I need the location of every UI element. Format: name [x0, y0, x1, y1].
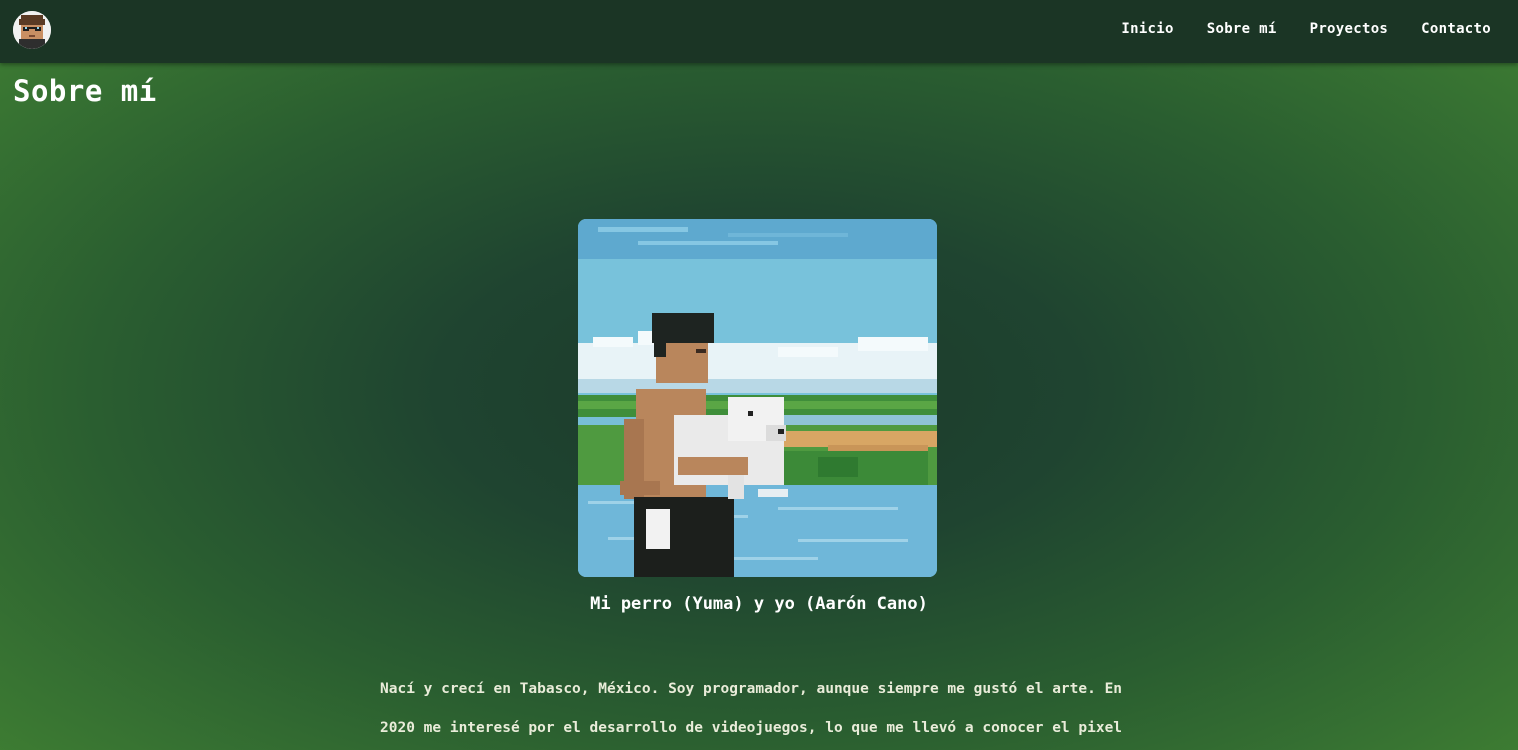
bio-line: Nací y crecí en Tabasco, México. Soy pro… [380, 681, 1123, 697]
nav-link-inicio[interactable]: Inicio [1121, 21, 1173, 37]
navbar: Inicio Sobre mí Proyectos Contacto [0, 0, 1518, 63]
nav-links: Inicio Sobre mí Proyectos Contacto [1121, 21, 1491, 37]
bio-paragraph: Nací y crecí en Tabasco, México. Soy pro… [380, 670, 1140, 750]
pixel-avatar-icon[interactable] [13, 11, 51, 49]
nav-link-sobre-mi[interactable]: Sobre mí [1207, 21, 1277, 37]
profile-photo [578, 219, 937, 577]
nav-link-proyectos[interactable]: Proyectos [1310, 21, 1389, 37]
photo-caption: Mi perro (Yuma) y yo (Aarón Cano) [590, 594, 928, 614]
bio-line: 2020 me interesé por el desarrollo de vi… [380, 720, 1123, 736]
page-title: Sobre mí [13, 74, 157, 108]
nav-link-contacto[interactable]: Contacto [1421, 21, 1491, 37]
